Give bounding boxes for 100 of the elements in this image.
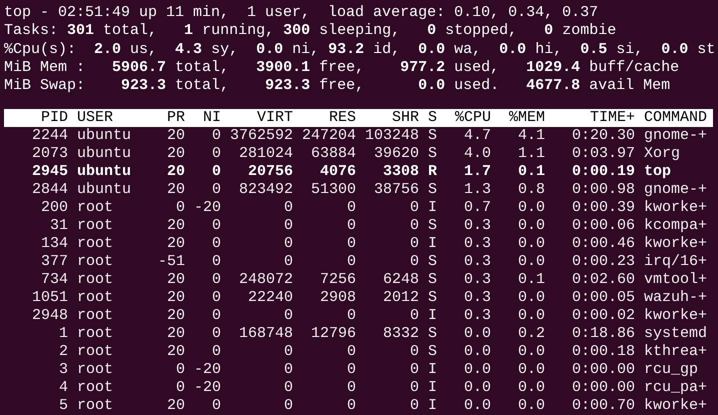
table-cell-text: root <box>77 235 114 254</box>
table-cell-text: 0 <box>282 361 293 380</box>
table-cell-text: 0:00.06 <box>570 217 635 236</box>
table-cell-text: 0:00.00 <box>570 361 635 380</box>
table-cell-text: 0 <box>408 397 419 415</box>
table-cell-text: 0 <box>346 397 356 415</box>
table-cell-text: 0 <box>282 253 293 272</box>
table-cell-text: 0.0 <box>516 217 545 236</box>
summary-line: top - 02:51:49 up 11 min, 1 user, load average: 0.10, 0.34, 0.37 <box>4 4 600 22</box>
table-cell-text: 20 <box>166 289 185 308</box>
column-header: USER <box>77 109 114 128</box>
table-cell-text: 39620 <box>372 145 419 164</box>
table-cell-text: 0 <box>408 343 419 362</box>
table-cell: kthrea+ <box>644 343 707 362</box>
table-cell-text: 38756 <box>372 181 419 200</box>
table-cell-text: 0 <box>210 289 221 308</box>
table-cell: I <box>428 199 437 218</box>
table-cell-text: 0 <box>210 145 221 164</box>
table-cell-text: 0 <box>346 307 356 326</box>
table-cell-text: 0 <box>174 361 185 380</box>
table-cell-text: 2908 <box>318 289 356 308</box>
table-cell-text: 0:00.02 <box>570 307 635 326</box>
table-cell-text: 2844 <box>30 181 68 200</box>
table-cell-text: 0.0 <box>462 397 491 415</box>
table-cell-text: 0 <box>210 271 221 290</box>
table-cell-text: 20 <box>166 127 185 146</box>
table-cell-text: 51300 <box>310 181 356 200</box>
table-cell-text: 0:00.19 <box>570 163 635 182</box>
table-cell-text: 0 <box>346 235 356 254</box>
table-cell: S <box>428 127 437 146</box>
table-cell-text: 0 <box>210 397 221 415</box>
table-cell: -20 <box>194 379 221 398</box>
table-cell-text: 0:00.00 <box>570 379 635 398</box>
table-cell-text: 0 <box>346 253 356 272</box>
column-header: NI <box>202 109 221 128</box>
table-cell-text: 2948 <box>30 307 68 326</box>
table-cell: kworke+ <box>644 235 707 254</box>
table-cell-text: 0.0 <box>516 361 545 380</box>
table-cell-text: 0 <box>210 343 221 362</box>
table-cell-text: 0.3 <box>462 217 491 236</box>
table-cell-text: 168748 <box>238 325 293 344</box>
table-cell-text: 20 <box>166 343 185 362</box>
table-cell-text: 0.0 <box>516 289 545 308</box>
column-header: PR <box>166 109 185 128</box>
table-cell: R <box>428 163 437 182</box>
table-cell-text: 0.3 <box>462 271 491 290</box>
table-cell: S <box>428 343 437 362</box>
table-cell: wazuh-+ <box>644 289 707 308</box>
table-cell: I <box>428 379 437 398</box>
table-cell-text: 1 <box>58 325 68 344</box>
table-cell-text: 0.3 <box>462 235 491 254</box>
table-cell: irq/16+ <box>644 253 707 272</box>
table-cell-text: root <box>77 307 114 326</box>
table-cell-text: ubuntu <box>77 181 132 200</box>
table-cell-text: 0 <box>408 253 419 272</box>
table-cell-text: root <box>77 217 114 236</box>
table-cell-text: 2244 <box>30 127 68 146</box>
table-cell-text: 2 <box>58 343 68 362</box>
table-cell-text: 0.0 <box>516 235 545 254</box>
table-cell-text: 0 <box>210 181 221 200</box>
table-cell-text: 8332 <box>382 325 419 344</box>
table-cell-text: 0.0 <box>462 343 491 362</box>
table-cell-text: 0 <box>282 235 293 254</box>
table-cell: I <box>428 397 437 415</box>
table-cell-text: 0 <box>210 325 221 344</box>
table-cell-text: 0 <box>210 253 221 272</box>
table-cell-text: 0.0 <box>516 343 545 362</box>
table-cell-text: 0.1 <box>516 271 545 290</box>
table-cell-text: 0 <box>210 235 221 254</box>
table-cell-text: 20 <box>166 163 185 182</box>
table-cell-text: root <box>77 271 114 290</box>
table-cell: kcompa+ <box>644 217 707 236</box>
table-cell: gnome-+ <box>644 127 707 146</box>
table-cell-text: top <box>644 163 672 182</box>
table-cell: kworke+ <box>644 199 707 218</box>
table-cell-text: 0.0 <box>516 379 545 398</box>
table-cell-text: 20756 <box>246 163 293 182</box>
table-cell: S <box>428 271 437 290</box>
table-cell-text: 0:00.18 <box>570 343 635 362</box>
table-cell-text: 0 <box>408 235 419 254</box>
table-cell-text: 1051 <box>30 289 68 308</box>
table-cell-text: 5 <box>58 397 68 415</box>
table-cell-text: 0:18.86 <box>570 325 635 344</box>
table-cell-text: 20 <box>166 181 185 200</box>
table-cell-text: 63884 <box>310 145 356 164</box>
table-cell: -20 <box>194 199 221 218</box>
table-cell-text: 0.0 <box>462 361 491 380</box>
table-cell: -20 <box>194 361 221 380</box>
table-cell-text: 1.7 <box>462 163 491 182</box>
table-cell-text: 6248 <box>382 271 419 290</box>
table-cell: S <box>428 217 437 236</box>
column-header: TIME+ <box>588 109 635 128</box>
table-cell-text: 2073 <box>30 145 68 164</box>
table-cell-text: 0.0 <box>516 397 545 415</box>
table-cell-text: 0:00.46 <box>570 235 635 254</box>
table-cell-text: root <box>77 379 114 398</box>
table-cell-text: rcu_gp <box>644 361 700 380</box>
table-cell-text: ubuntu <box>77 127 132 146</box>
table-cell-text: 134 <box>40 235 68 254</box>
table-cell-text: 0.3 <box>462 307 491 326</box>
